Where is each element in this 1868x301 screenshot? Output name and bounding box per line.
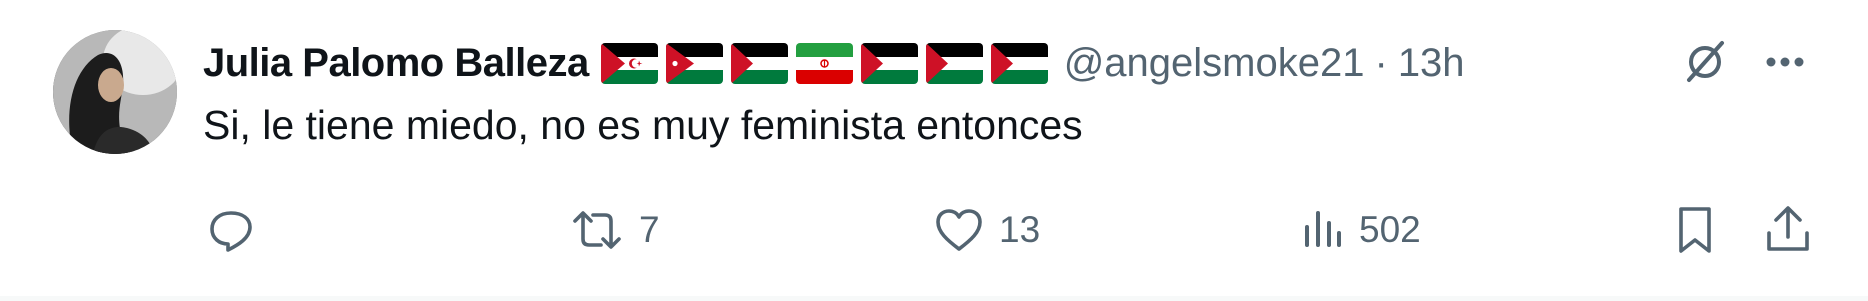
share-icon: [1767, 206, 1809, 251]
more-icon[interactable]: [1762, 45, 1808, 79]
retweet-button[interactable]: 7: [569, 200, 660, 260]
reply-button[interactable]: [206, 200, 270, 260]
palestine-flag-icon: [860, 42, 918, 84]
reply-icon: [210, 211, 252, 252]
western-sahara-flag-icon: [600, 42, 658, 84]
bookmark-icon: [1679, 207, 1711, 253]
jordan-flag-icon: [665, 42, 723, 84]
heart-icon: [936, 209, 982, 251]
iran-flag-icon: [795, 42, 853, 84]
author-handle[interactable]: @angelsmoke21: [1064, 41, 1365, 86]
tweet-card[interactable]: Julia Palomo Balleza @angelsmoke21 · 13h…: [0, 0, 1868, 296]
retweet-icon: [573, 211, 621, 249]
avatar[interactable]: [53, 30, 177, 154]
share-button[interactable]: [1763, 200, 1813, 260]
timestamp[interactable]: 13h: [1398, 41, 1465, 86]
views-icon: [1305, 211, 1341, 247]
flag-emojis: [600, 42, 1048, 84]
palestine-flag-icon: [730, 42, 788, 84]
like-count: 13: [999, 209, 1041, 250]
tweet-header: Julia Palomo Balleza @angelsmoke21 · 13h: [203, 36, 1465, 90]
like-button[interactable]: 13: [933, 200, 1040, 260]
palestine-flag-icon: [925, 42, 983, 84]
views-count: 502: [1359, 209, 1421, 250]
author-name[interactable]: Julia Palomo Balleza: [203, 41, 589, 86]
separator-dot: ·: [1374, 40, 1388, 85]
views-button[interactable]: 502: [1301, 200, 1421, 260]
retweet-count: 7: [639, 209, 660, 250]
action-bar: 7 13 502: [203, 200, 1823, 260]
palestine-flag-icon: [990, 42, 1048, 84]
bookmark-button[interactable]: [1673, 200, 1717, 260]
grok-icon[interactable]: [1680, 37, 1730, 87]
tweet-text: Si, le tiene miedo, no es muy feminista …: [203, 102, 1083, 148]
